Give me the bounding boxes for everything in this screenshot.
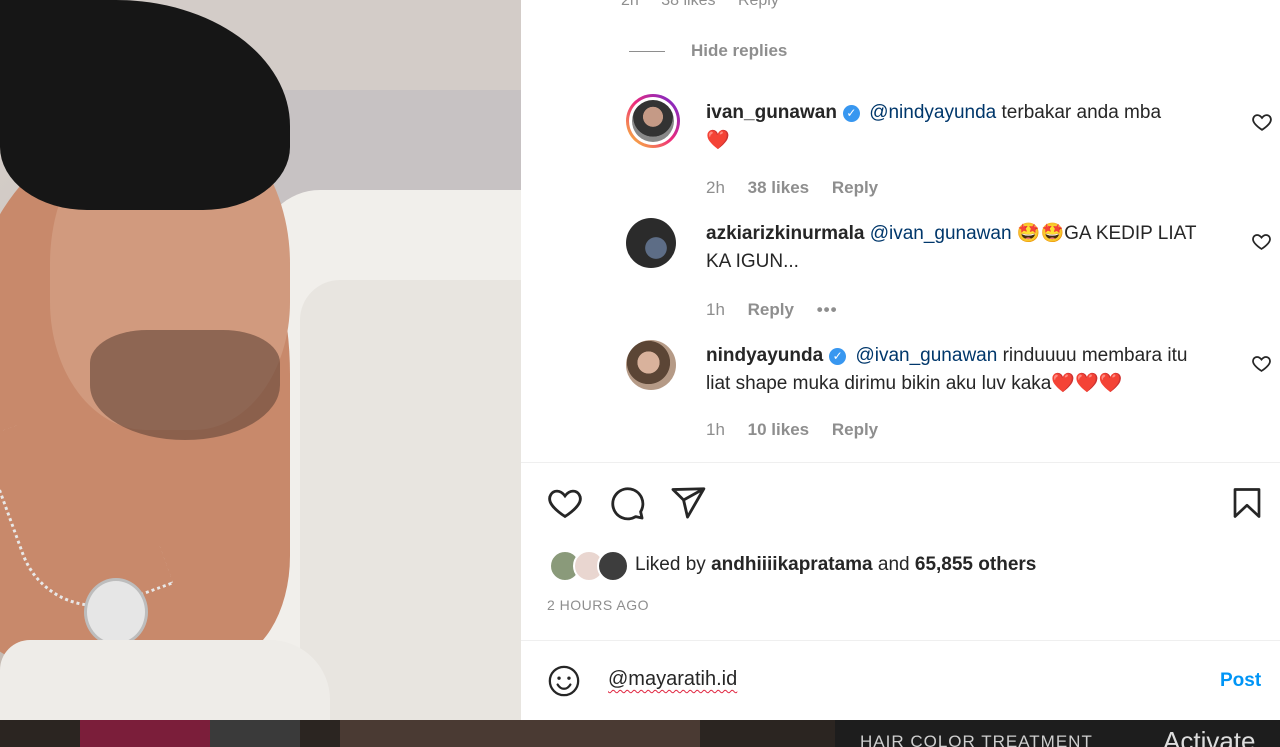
hide-replies-line xyxy=(629,50,665,52)
more-options-icon[interactable]: ••• xyxy=(817,300,838,319)
comment-meta: 1h 10 likes Reply xyxy=(706,420,896,440)
comment-mention[interactable]: @ivan_gunawan xyxy=(870,223,1012,244)
photo-pillow-shadow xyxy=(300,280,521,720)
avatar[interactable] xyxy=(626,218,676,268)
photo-sheet xyxy=(0,640,330,720)
windows-activate-watermark: Activate xyxy=(1163,726,1256,747)
thumbnail[interactable] xyxy=(210,720,300,747)
post-button[interactable]: Post xyxy=(1220,670,1261,692)
heart-emoji: ❤️❤️❤️ xyxy=(1051,373,1123,394)
liker-avatars[interactable] xyxy=(549,550,629,582)
comment-likes[interactable]: 38 likes xyxy=(748,178,809,197)
thumbnail[interactable] xyxy=(80,720,210,747)
liked-by-prefix: Liked by xyxy=(635,554,706,575)
photo-beard xyxy=(90,330,280,440)
comment-item: nindyayunda ✓ @ivan_gunawan rinduuuu memb… xyxy=(626,340,1271,450)
comment-text: azkiarizkinurmala @ivan_gunawan 🤩🤩GA KED… xyxy=(706,220,1216,276)
heart-outline-icon[interactable] xyxy=(1251,111,1273,133)
emoji-smile-icon[interactable] xyxy=(547,664,581,698)
like-heart-icon[interactable] xyxy=(546,484,584,522)
comment-meta: 2h 38 likes Reply xyxy=(706,178,896,198)
comment-reply-button[interactable]: Reply xyxy=(832,420,878,439)
hide-replies-button[interactable]: Hide replies xyxy=(629,40,787,62)
photo-pendant xyxy=(84,578,148,646)
bottom-thumbnails: HAIR COLOR TREATMENT Activate xyxy=(0,720,1280,747)
comment-item: azkiarizkinurmala @ivan_gunawan 🤩🤩GA KED… xyxy=(626,218,1271,328)
comment-bubble-icon[interactable] xyxy=(608,484,646,522)
prev-comment-meta: 2h 38 likes Reply xyxy=(621,0,797,10)
post-timestamp[interactable]: 2 HOURS AGO xyxy=(547,597,649,613)
comment-likes[interactable]: 10 likes xyxy=(748,420,809,439)
comments-pane: 2h 38 likes Reply Hide replies ivan_guna… xyxy=(521,0,1280,720)
prev-comment-likes[interactable]: 38 likes xyxy=(661,0,715,9)
comment-mention[interactable]: @ivan_gunawan xyxy=(855,345,997,366)
comment-username[interactable]: azkiarizkinurmala xyxy=(706,223,864,244)
comment-time: 1h xyxy=(706,420,725,439)
liked-by-and: and xyxy=(877,554,910,575)
liked-by-others[interactable]: 65,855 others xyxy=(915,554,1036,576)
comment-body: terbakar anda mba xyxy=(996,102,1162,123)
post-image[interactable] xyxy=(0,0,521,720)
save-bookmark-icon[interactable] xyxy=(1229,484,1265,522)
verified-badge-icon: ✓ xyxy=(842,105,860,122)
comment-text: ivan_gunawan ✓ @nindyayunda terbakar anda… xyxy=(706,99,1216,155)
heart-outline-icon[interactable] xyxy=(1251,231,1272,252)
prev-comment-time: 2h xyxy=(621,0,639,9)
section-divider xyxy=(521,462,1280,463)
avatar[interactable] xyxy=(626,340,676,390)
prev-comment-reply[interactable]: Reply xyxy=(738,0,779,9)
heart-outline-icon[interactable] xyxy=(1251,353,1272,374)
comment-input[interactable]: @mayaratih.id xyxy=(608,668,737,691)
section-divider xyxy=(521,640,1280,641)
comment-item: ivan_gunawan ✓ @nindyayunda terbakar anda… xyxy=(626,94,1272,204)
hide-replies-label: Hide replies xyxy=(691,41,788,60)
share-send-icon[interactable] xyxy=(669,484,707,522)
comment-username[interactable]: nindyayunda xyxy=(706,345,823,366)
avatar[interactable] xyxy=(626,94,680,148)
comment-time: 2h xyxy=(706,178,725,197)
heart-emoji: ❤️ xyxy=(706,130,730,151)
comment-text: nindyayunda ✓ @ivan_gunawan rinduuuu memb… xyxy=(706,342,1216,398)
comment-mention[interactable]: @nindyayunda xyxy=(869,102,996,123)
comment-username[interactable]: ivan_gunawan xyxy=(706,102,837,123)
comment-reply-button[interactable]: Reply xyxy=(748,300,794,319)
verified-badge-icon: ✓ xyxy=(829,348,847,365)
comment-meta: 1h Reply ••• xyxy=(706,300,856,320)
comment-reply-button[interactable]: Reply xyxy=(832,178,878,197)
thumbnail-caption: HAIR COLOR TREATMENT xyxy=(860,732,1093,747)
thumbnail[interactable] xyxy=(340,720,700,747)
liked-by-user[interactable]: andhiiiikapratama xyxy=(711,554,873,576)
comment-time: 1h xyxy=(706,300,725,319)
liked-by: Liked by andhiiiikapratama and 65,855 ot… xyxy=(549,550,1036,582)
